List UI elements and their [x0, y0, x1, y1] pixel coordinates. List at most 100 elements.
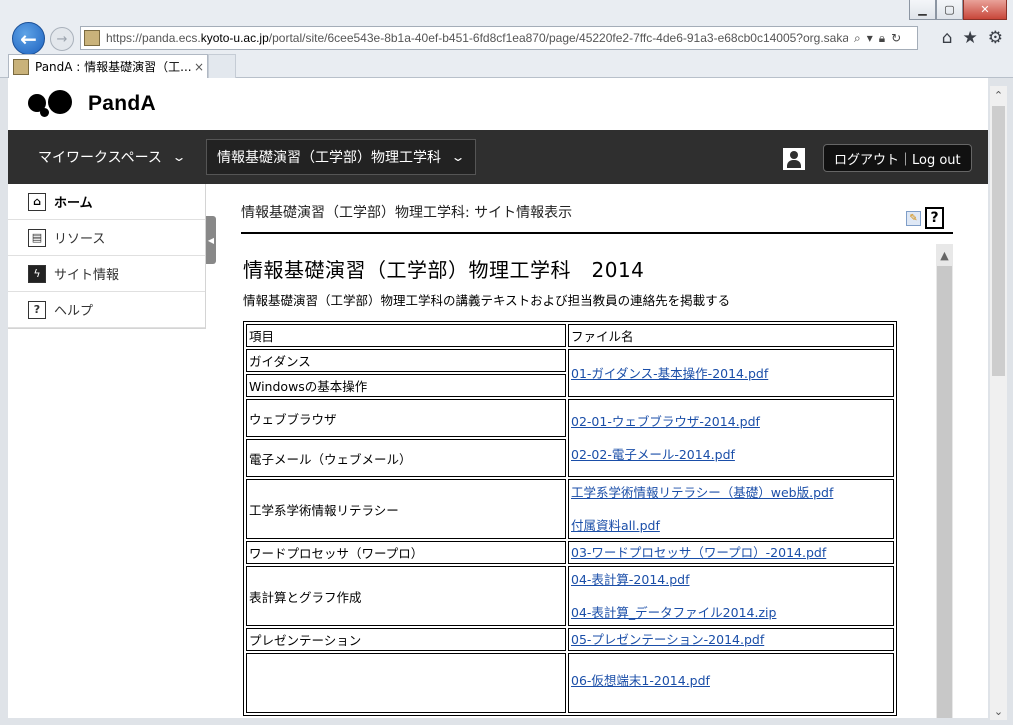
table-row: 項目 ファイル名 [246, 324, 894, 347]
scroll-up-icon[interactable]: ⌃ [990, 86, 1007, 104]
user-icon[interactable] [783, 148, 805, 170]
sidebar-item-resources[interactable]: ▤ リソース [8, 220, 205, 256]
table-cell: 06-仮想端末1-2014.pdf [568, 653, 894, 713]
table-row: ワードプロセッサ（ワープロ） 03-ワードプロセッサ（ワープロ）-2014.pd… [246, 541, 894, 564]
file-link[interactable]: 06-仮想端末1-2014.pdf [571, 673, 891, 688]
my-workspace-menu[interactable]: マイワークスペース ⌄ [8, 139, 187, 175]
table-cell: 04-表計算-2014.pdf 04-表計算_データファイル2014.zip [568, 566, 894, 626]
page-scrollbar[interactable]: ⌃ ⌄ [990, 86, 1007, 720]
table-row: プレゼンテーション 05-プレゼンテーション-2014.pdf [246, 628, 894, 651]
file-link[interactable]: 04-表計算_データファイル2014.zip [571, 605, 891, 620]
site-description: 情報基礎演習（工学部）物理工学科の講義テキストおよび担当教員の連絡先を掲載する [243, 293, 731, 308]
tool-sidebar: ⌂ ホーム ▤ リソース ϟ サイト情報 ? ヘルプ [8, 184, 206, 329]
search-icon[interactable]: ⌕ [854, 31, 861, 46]
sidebar-item-label: ヘルプ [54, 304, 94, 319]
table-row: 工学系学術情報リテラシー 工学系学術情報リテラシー（基礎）web版.pdf 付属… [246, 479, 894, 539]
sidebar-item-site-info[interactable]: ϟ サイト情報 [8, 256, 205, 292]
help-icon[interactable]: ? [925, 207, 944, 229]
browser-tab[interactable]: PandA : 情報基礎演習（工... × [8, 54, 208, 78]
table-cell: ガイダンス [246, 349, 566, 372]
scroll-thumb[interactable] [992, 106, 1005, 376]
table-row: 06-仮想端末1-2014.pdf [246, 653, 894, 713]
site-info-icon: ϟ [28, 264, 46, 283]
file-link[interactable]: 付属資料all.pdf [571, 518, 891, 533]
sidebar-item-label: リソース [54, 232, 106, 247]
site-header: PandA [8, 78, 988, 130]
table-cell: 表計算とグラフ作成 [246, 566, 566, 626]
url-path: /portal/site/6cee543e-8b1a-40ef-b451-6fd… [268, 31, 848, 45]
url-text[interactable]: https://panda.ecs.kyoto-u.ac.jp/portal/s… [106, 31, 848, 45]
file-link[interactable]: 04-表計算-2014.pdf [571, 572, 891, 587]
logo-text[interactable]: PandA [88, 92, 156, 116]
my-workspace-label: マイワークスペース [38, 150, 162, 166]
table-cell: 05-プレゼンテーション-2014.pdf [568, 628, 894, 651]
table-cell: ウェブブラウザ [246, 399, 566, 437]
frame-scrollbar[interactable]: ▲ [936, 244, 953, 718]
scroll-up-icon[interactable]: ▲ [936, 244, 953, 266]
star-icon[interactable]: ★ [963, 28, 978, 48]
file-link[interactable]: 03-ワードプロセッサ（ワープロ）-2014.pdf [571, 545, 891, 560]
chevron-down-icon: ⌄ [450, 150, 466, 164]
table-cell: プレゼンテーション [246, 628, 566, 651]
page-content: PandA マイワークスペース ⌄ 情報基礎演習（工学部）物理工学科 ⌄ ログア… [8, 78, 988, 718]
table-header: 項目 [246, 324, 566, 347]
sidebar-item-label: ホーム [54, 196, 93, 211]
tab-title: PandA : 情報基礎演習（工... [35, 60, 191, 74]
current-site-menu[interactable]: 情報基礎演習（工学部）物理工学科 ⌄ [205, 139, 477, 175]
table-cell [246, 653, 566, 713]
table-cell: Windowsの基本操作 [246, 374, 566, 397]
table-row: ウェブブラウザ 02-01-ウェブブラウザ-2014.pdf 02-02-電子メ… [246, 399, 894, 477]
sidebar-item-label: サイト情報 [54, 268, 120, 283]
table-header: ファイル名 [568, 324, 894, 347]
scroll-thumb[interactable] [937, 266, 952, 718]
title-divider [241, 232, 953, 234]
home-icon[interactable]: ⌂ [942, 28, 953, 48]
file-link[interactable]: 01-ガイダンス-基本操作-2014.pdf [571, 366, 891, 381]
table-cell: 01-ガイダンス-基本操作-2014.pdf [568, 349, 894, 397]
sidebar-item-help[interactable]: ? ヘルプ [8, 292, 205, 328]
close-window-button[interactable]: ✕ [963, 0, 1007, 20]
file-link[interactable]: 05-プレゼンテーション-2014.pdf [571, 632, 891, 647]
panda-logo-icon[interactable] [28, 86, 78, 122]
forward-arrow-icon[interactable]: → [50, 27, 74, 51]
file-link[interactable]: 工学系学術情報リテラシー（基礎）web版.pdf [571, 485, 891, 500]
current-site-label: 情報基礎演習（工学部）物理工学科 [216, 150, 441, 166]
table-cell: 工学系学術情報リテラシー（基礎）web版.pdf 付属資料all.pdf [568, 479, 894, 539]
resources-icon: ▤ [28, 228, 46, 247]
refresh-icon[interactable]: ↻ [891, 31, 901, 46]
lock-icon[interactable]: 🔒︎ [879, 31, 885, 46]
gear-icon[interactable]: ⚙ [988, 28, 1003, 48]
tab-favicon [13, 58, 29, 75]
table-cell: ワードプロセッサ（ワープロ） [246, 541, 566, 564]
collapse-sidebar-icon[interactable]: ◀ [206, 216, 216, 264]
edit-icon[interactable]: ✎ [906, 210, 921, 226]
dropdown-icon[interactable]: ▾ [867, 31, 873, 46]
logout-button[interactable]: ログアウト｜Log out [823, 144, 972, 172]
tool-title: 情報基礎演習（工学部）物理工学科: サイト情報表示 [241, 205, 573, 221]
materials-table: 項目 ファイル名 ガイダンス 01-ガイダンス-基本操作-2014.pdf Wi… [243, 321, 897, 716]
tab-close-icon[interactable]: × [191, 60, 207, 74]
maximize-button[interactable]: ▢ [936, 0, 963, 20]
table-row: ガイダンス 01-ガイダンス-基本操作-2014.pdf [246, 349, 894, 397]
sidebar-item-home[interactable]: ⌂ ホーム [8, 184, 205, 220]
new-tab-button[interactable] [208, 54, 236, 78]
chevron-down-icon: ⌄ [171, 150, 187, 164]
file-link[interactable]: 02-02-電子メール-2014.pdf [571, 447, 891, 462]
table-cell: 工学系学術情報リテラシー [246, 479, 566, 539]
site-favicon [84, 30, 100, 46]
back-arrow-icon[interactable]: ← [12, 22, 45, 55]
help-icon: ? [28, 300, 46, 319]
url-prefix: https://panda.ecs. [106, 31, 201, 45]
file-link[interactable]: 02-01-ウェブブラウザ-2014.pdf [571, 414, 891, 429]
top-nav: マイワークスペース ⌄ 情報基礎演習（工学部）物理工学科 ⌄ ログアウト｜Log… [8, 130, 988, 184]
home-icon: ⌂ [28, 192, 46, 211]
minimize-button[interactable]: ▁ [909, 0, 936, 20]
table-cell: 02-01-ウェブブラウザ-2014.pdf 02-02-電子メール-2014.… [568, 399, 894, 477]
site-title: 情報基礎演習（工学部）物理工学科 2014 [243, 258, 645, 282]
url-domain: kyoto-u.ac.jp [200, 31, 269, 45]
scroll-down-icon[interactable]: ⌄ [990, 702, 1007, 720]
site-info-frame: 情報基礎演習（工学部）物理工学科 2014 情報基礎演習（工学部）物理工学科の講… [241, 244, 953, 718]
address-bar[interactable]: https://panda.ecs.kyoto-u.ac.jp/portal/s… [80, 26, 918, 50]
browser-chrome: ▁ ▢ ✕ ← → https://panda.ecs.kyoto-u.ac.j… [0, 0, 1013, 78]
table-row: 表計算とグラフ作成 04-表計算-2014.pdf 04-表計算_データファイル… [246, 566, 894, 626]
